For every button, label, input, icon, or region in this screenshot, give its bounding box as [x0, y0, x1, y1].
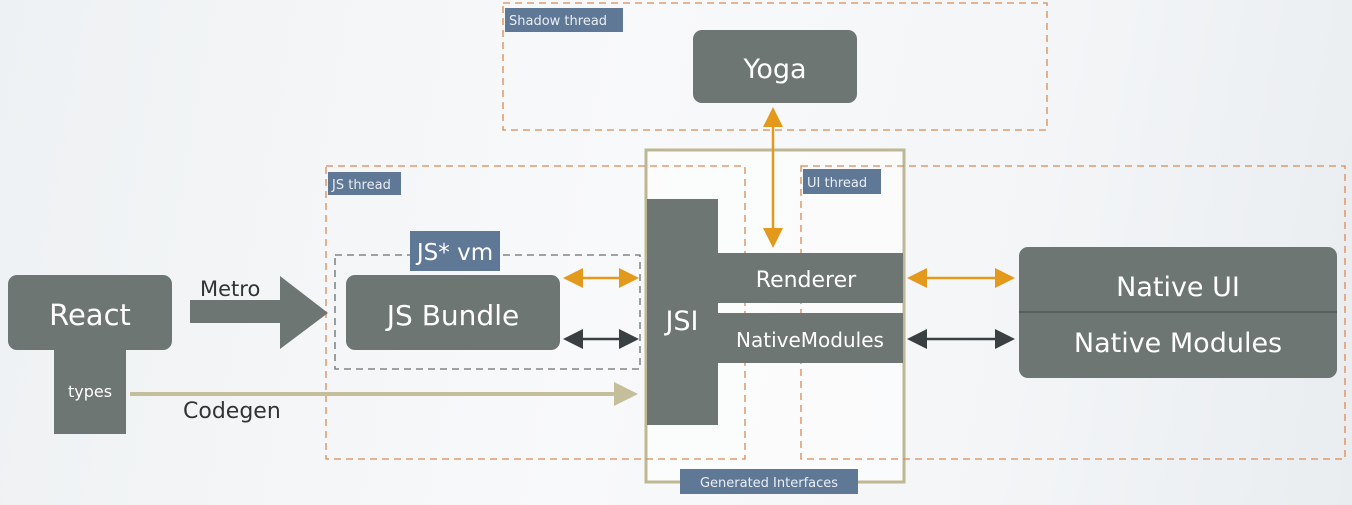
nativemodules-bar-label: NativeModules: [736, 328, 884, 352]
native-modules-label: Native Modules: [1074, 328, 1282, 359]
react-node: React types: [8, 275, 172, 434]
architecture-diagram: Shadow thread Yoga JS thread UI thread J…: [8, 2, 1346, 494]
generated-interfaces-label: Generated Interfaces: [700, 476, 838, 491]
js-bundle-node: JS Bundle: [346, 275, 560, 350]
js-thread-label: JS thread: [331, 178, 391, 193]
renderer-node: Renderer: [718, 253, 903, 303]
renderer-label: Renderer: [756, 268, 857, 293]
generated-interfaces-label-box: Generated Interfaces: [680, 469, 858, 494]
codegen-label: Codegen: [183, 399, 281, 424]
metro-arrow: Metro: [190, 276, 328, 349]
types-label: types: [68, 382, 112, 401]
native-node: Native UI Native Modules: [1019, 247, 1337, 378]
nativemodules-bar-node: NativeModules: [718, 313, 903, 363]
react-label: React: [49, 298, 131, 332]
jsi-label: JSI: [663, 306, 698, 337]
yoga-label: Yoga: [742, 54, 806, 85]
codegen-arrow: Codegen: [130, 382, 638, 424]
metro-label: Metro: [200, 277, 260, 301]
shadow-thread-label: Shadow thread: [509, 14, 607, 29]
jsi-node: JSI: [647, 199, 718, 425]
ui-thread-label: UI thread: [807, 176, 867, 191]
yoga-node: Yoga: [693, 30, 857, 103]
js-bundle-label: JS Bundle: [385, 299, 519, 332]
native-ui-label: Native UI: [1116, 272, 1240, 303]
js-vm-label: JS* vm: [415, 240, 493, 266]
